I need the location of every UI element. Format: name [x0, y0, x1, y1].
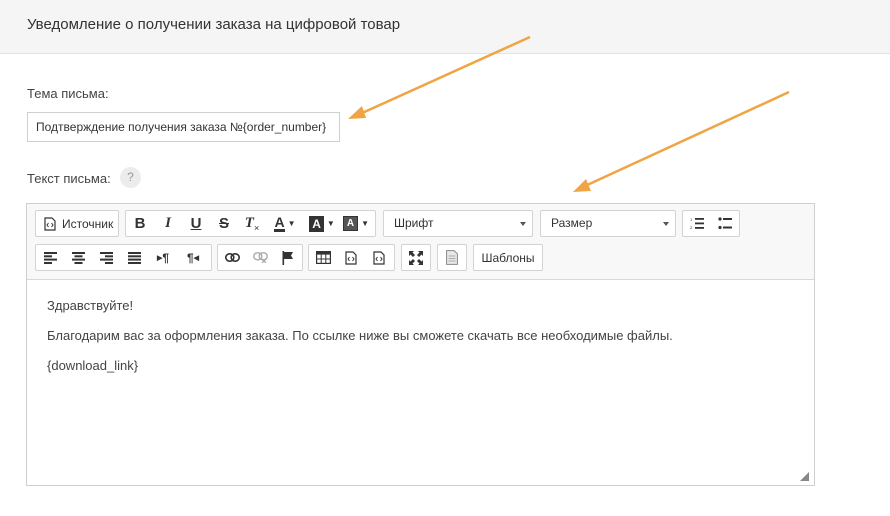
iframe-button[interactable]	[337, 245, 365, 270]
snippet-button[interactable]	[365, 245, 393, 270]
source-label: Источник	[62, 216, 114, 231]
table-button[interactable]	[309, 245, 337, 270]
preview-group	[437, 244, 467, 271]
svg-text:1: 1	[690, 217, 693, 222]
style-color-icon: A	[342, 216, 359, 231]
editor-toolbar: Источник B I U S T × A ▼ A ▼ A ▼ Шрифт Р…	[27, 204, 814, 280]
ltr-icon: ¶	[162, 250, 170, 265]
table-icon	[315, 251, 331, 264]
numbered-list-button[interactable]: 12	[683, 211, 711, 236]
annotation-arrow-editor	[573, 90, 790, 192]
text-color-icon: A	[274, 214, 285, 232]
bold-button[interactable]: B	[126, 211, 154, 236]
templates-group: Шаблоны	[473, 244, 543, 271]
align-right-icon	[99, 251, 113, 264]
subject-input[interactable]	[27, 112, 340, 142]
flag-icon	[282, 250, 293, 265]
remove-format-x-icon: ×	[253, 222, 260, 233]
chevron-down-icon	[663, 222, 669, 226]
font-select-label: Шрифт	[394, 216, 434, 230]
remove-format-button[interactable]: T ×	[238, 211, 266, 236]
source-group: Источник	[35, 210, 119, 237]
align-justify-icon	[127, 251, 141, 264]
source-button[interactable]: Источник	[36, 211, 118, 236]
rich-text-editor: Источник B I U S T × A ▼ A ▼ A ▼ Шрифт Р…	[26, 203, 815, 486]
style-color-button[interactable]: A ▼	[340, 211, 372, 236]
anchor-button[interactable]	[274, 245, 302, 270]
maximize-button[interactable]	[402, 245, 430, 270]
align-left-icon	[43, 251, 57, 264]
link-icon	[224, 253, 240, 262]
templates-button[interactable]: Шаблоны	[474, 245, 542, 270]
body-label: Текст письма:	[27, 171, 111, 186]
text-color-button[interactable]: A ▼	[266, 211, 304, 236]
size-select[interactable]: Размер	[540, 210, 676, 237]
size-select-label: Размер	[551, 216, 593, 230]
italic-button[interactable]: I	[154, 211, 182, 236]
bullet-list-button[interactable]	[711, 211, 739, 236]
align-center-button[interactable]	[64, 245, 92, 270]
list-group: 12	[682, 210, 740, 237]
maximize-group	[401, 244, 431, 271]
rtl-arrow-icon: ◀	[193, 254, 200, 262]
underline-button[interactable]: U	[182, 211, 210, 236]
unlink-button[interactable]	[246, 245, 274, 270]
insert-group	[308, 244, 395, 271]
align-group: ▶ ¶ ¶ ◀	[35, 244, 212, 271]
align-center-icon	[71, 251, 85, 264]
source-icon	[44, 216, 56, 231]
format-group: B I U S T × A ▼ A ▼ A ▼	[125, 210, 376, 237]
chevron-down-icon	[520, 222, 526, 226]
ltr-button[interactable]: ▶ ¶	[148, 245, 178, 270]
svg-text:2: 2	[690, 225, 693, 230]
background-color-button[interactable]: A ▼	[304, 211, 340, 236]
maximize-icon	[409, 250, 423, 265]
align-left-button[interactable]	[36, 245, 64, 270]
chevron-down-icon: ▼	[326, 219, 335, 228]
rtl-button[interactable]: ¶ ◀	[178, 245, 208, 270]
font-select[interactable]: Шрифт	[383, 210, 533, 237]
link-button[interactable]	[218, 245, 246, 270]
resize-handle-icon[interactable]	[800, 472, 809, 481]
numbered-list-icon: 12	[690, 217, 704, 230]
page-header: Уведомление о получении заказа на цифров…	[0, 0, 890, 54]
background-color-icon: A	[309, 215, 324, 232]
align-justify-button[interactable]	[120, 245, 148, 270]
strikethrough-button[interactable]: S	[210, 211, 238, 236]
content-line: {download_link}	[47, 358, 139, 373]
unlink-icon	[252, 252, 268, 263]
document-icon	[446, 250, 458, 265]
code-document-icon	[345, 250, 357, 265]
chevron-down-icon: ▼	[361, 219, 370, 228]
preview-button[interactable]	[438, 245, 466, 270]
align-right-button[interactable]	[92, 245, 120, 270]
bullet-list-icon	[718, 217, 732, 230]
subject-label: Тема письма:	[27, 86, 109, 101]
code-document-icon	[373, 250, 385, 265]
content-line: Благодарим вас за оформления заказа. По …	[47, 328, 673, 343]
link-group	[217, 244, 303, 271]
chevron-down-icon: ▼	[287, 219, 296, 228]
rtl-icon: ¶	[186, 250, 194, 265]
editor-content[interactable]: Здравствуйте! Благодарим вас за оформлен…	[47, 297, 673, 387]
page-title: Уведомление о получении заказа на цифров…	[27, 16, 401, 33]
content-line: Здравствуйте!	[47, 298, 134, 313]
remove-format-icon: T	[244, 215, 254, 231]
help-icon[interactable]: ?	[120, 167, 141, 188]
